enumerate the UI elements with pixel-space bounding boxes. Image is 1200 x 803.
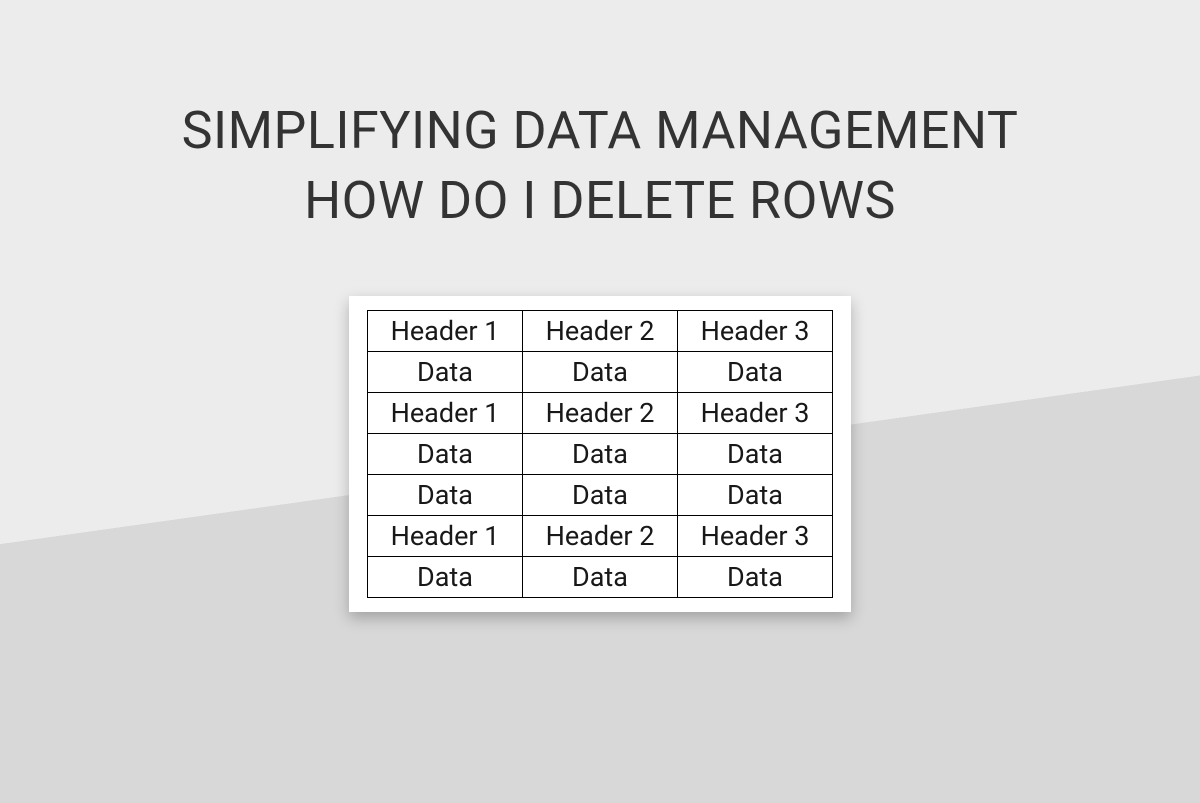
table-cell: Data [368,475,523,516]
title-line-2: HOW DO I DELETE ROWS [182,166,1019,236]
example-table-card: Header 1 Header 2 Header 3 Data Data Dat… [349,296,851,612]
table-row: Data Data Data [368,557,833,598]
table-row: Header 1 Header 2 Header 3 [368,516,833,557]
table-row: Header 1 Header 2 Header 3 [368,393,833,434]
table-cell: Header 1 [368,393,523,434]
table-cell: Data [678,475,833,516]
table-cell: Header 2 [523,311,678,352]
table-row: Data Data Data [368,475,833,516]
table-cell: Header 3 [678,311,833,352]
table-cell: Header 1 [368,311,523,352]
table-row: Header 1 Header 2 Header 3 [368,311,833,352]
table-cell: Data [678,557,833,598]
table-cell: Data [368,352,523,393]
title-line-1: SIMPLIFYING DATA MANAGEMENT [182,96,1019,166]
table-cell: Header 3 [678,516,833,557]
table-cell: Data [523,557,678,598]
table-cell: Data [523,434,678,475]
table-cell: Data [678,352,833,393]
table-cell: Data [368,434,523,475]
table-cell: Header 2 [523,516,678,557]
example-table: Header 1 Header 2 Header 3 Data Data Dat… [367,310,833,598]
table-row: Data Data Data [368,352,833,393]
table-cell: Data [523,352,678,393]
table-cell: Header 2 [523,393,678,434]
table-row: Data Data Data [368,434,833,475]
table-cell: Header 1 [368,516,523,557]
table-cell: Data [523,475,678,516]
page-title: SIMPLIFYING DATA MANAGEMENT HOW DO I DEL… [182,96,1019,236]
table-cell: Data [678,434,833,475]
table-cell: Data [368,557,523,598]
table-cell: Header 3 [678,393,833,434]
